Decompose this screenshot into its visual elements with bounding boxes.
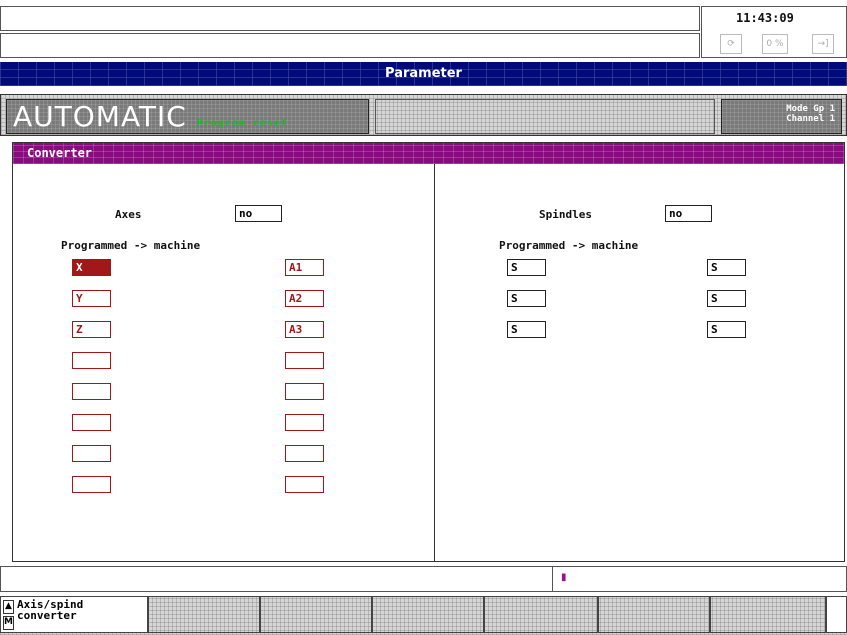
softkey-4[interactable] (372, 596, 484, 633)
channel-label: Channel 1 (786, 114, 835, 124)
softkey-bar: ▲ M Axis/spind converter (0, 596, 847, 635)
message-line-1 (0, 6, 700, 31)
programmed-spindle-field[interactable]: S (507, 321, 546, 338)
axes-label: Axes (115, 208, 142, 221)
window-title-bar: Converter (13, 143, 844, 164)
machine-spindle-field[interactable]: S (707, 321, 746, 338)
machine-axis-field[interactable]: A3 (285, 321, 324, 338)
machine-spindle-field[interactable]: S (707, 290, 746, 307)
window-title: Converter (27, 146, 93, 160)
machine-axis-field[interactable] (285, 352, 324, 369)
spindles-label: Spindles (539, 208, 592, 221)
programmed-axis-field[interactable]: Z (72, 321, 111, 338)
programmed-axis-field[interactable]: Y (72, 290, 111, 307)
message-line-2 (0, 33, 700, 58)
menu-m-icon[interactable]: M (3, 616, 14, 630)
machine-axis-field[interactable] (285, 383, 324, 400)
machine-spindle-field[interactable]: S (707, 259, 746, 276)
status-divider (552, 567, 553, 591)
machine-axis-field[interactable]: A1 (285, 259, 324, 276)
exit-icon: →] (812, 34, 834, 54)
softkey-7[interactable] (710, 596, 826, 633)
softkey-6[interactable] (598, 596, 710, 633)
programmed-axis-field[interactable]: X (72, 259, 111, 276)
converter-window: Converter Axes no Programmed -> machine … (12, 142, 845, 562)
programmed-axis-field[interactable] (72, 445, 111, 462)
title-bar-label: Parameter (385, 66, 462, 81)
program-state: Program reset (196, 118, 289, 129)
axes-heading: Programmed -> machine (61, 239, 201, 252)
status-line: ▮ (0, 566, 847, 592)
mode-display: AUTOMATIC Program reset (6, 99, 369, 134)
axes-converter-field[interactable]: no (235, 205, 282, 222)
mode-bar-spacer (375, 99, 715, 134)
arrow-up-icon[interactable]: ▲ (3, 600, 14, 614)
programmed-axis-field[interactable] (72, 383, 111, 400)
spindles-converter-field[interactable]: no (665, 205, 712, 222)
cursor-marker: ▮ (561, 572, 567, 583)
machine-axis-field[interactable] (285, 445, 324, 462)
programmed-spindle-field[interactable]: S (507, 290, 546, 307)
softkey-3[interactable] (260, 596, 372, 633)
programmed-axis-field[interactable] (72, 476, 111, 493)
mode-bar: AUTOMATIC Program reset Mode Gp 1 Channe… (0, 94, 847, 136)
spindles-panel: Spindles no Programmed -> machine S S S … (435, 164, 845, 561)
percent-icon: 0 % (762, 34, 788, 54)
mode-group-channel: Mode Gp 1 Channel 1 (721, 99, 842, 134)
programmed-axis-field[interactable] (72, 352, 111, 369)
mode-group-label: Mode Gp 1 (786, 104, 835, 114)
clock-time: 11:43:09 (736, 11, 794, 25)
machine-axis-field[interactable]: A2 (285, 290, 324, 307)
softkey-5[interactable] (484, 596, 598, 633)
programmed-spindle-field[interactable]: S (507, 259, 546, 276)
spindles-heading: Programmed -> machine (499, 239, 639, 252)
status-area: 11:43:09 ⟳ 0 % →] (701, 6, 847, 58)
title-bar: Parameter (0, 62, 847, 86)
machine-axis-field[interactable] (285, 476, 324, 493)
softkey-recall[interactable] (826, 596, 847, 633)
axes-panel: Axes no Programmed -> machine X Y Z A1 A… (13, 164, 434, 561)
programmed-axis-field[interactable] (72, 414, 111, 431)
mode-label: AUTOMATIC (13, 100, 187, 133)
softkey-axis-spindle-converter[interactable]: Axis/spind converter (0, 596, 148, 633)
refresh-icon: ⟳ (720, 34, 742, 54)
machine-axis-field[interactable] (285, 414, 324, 431)
softkey-2[interactable] (148, 596, 260, 633)
